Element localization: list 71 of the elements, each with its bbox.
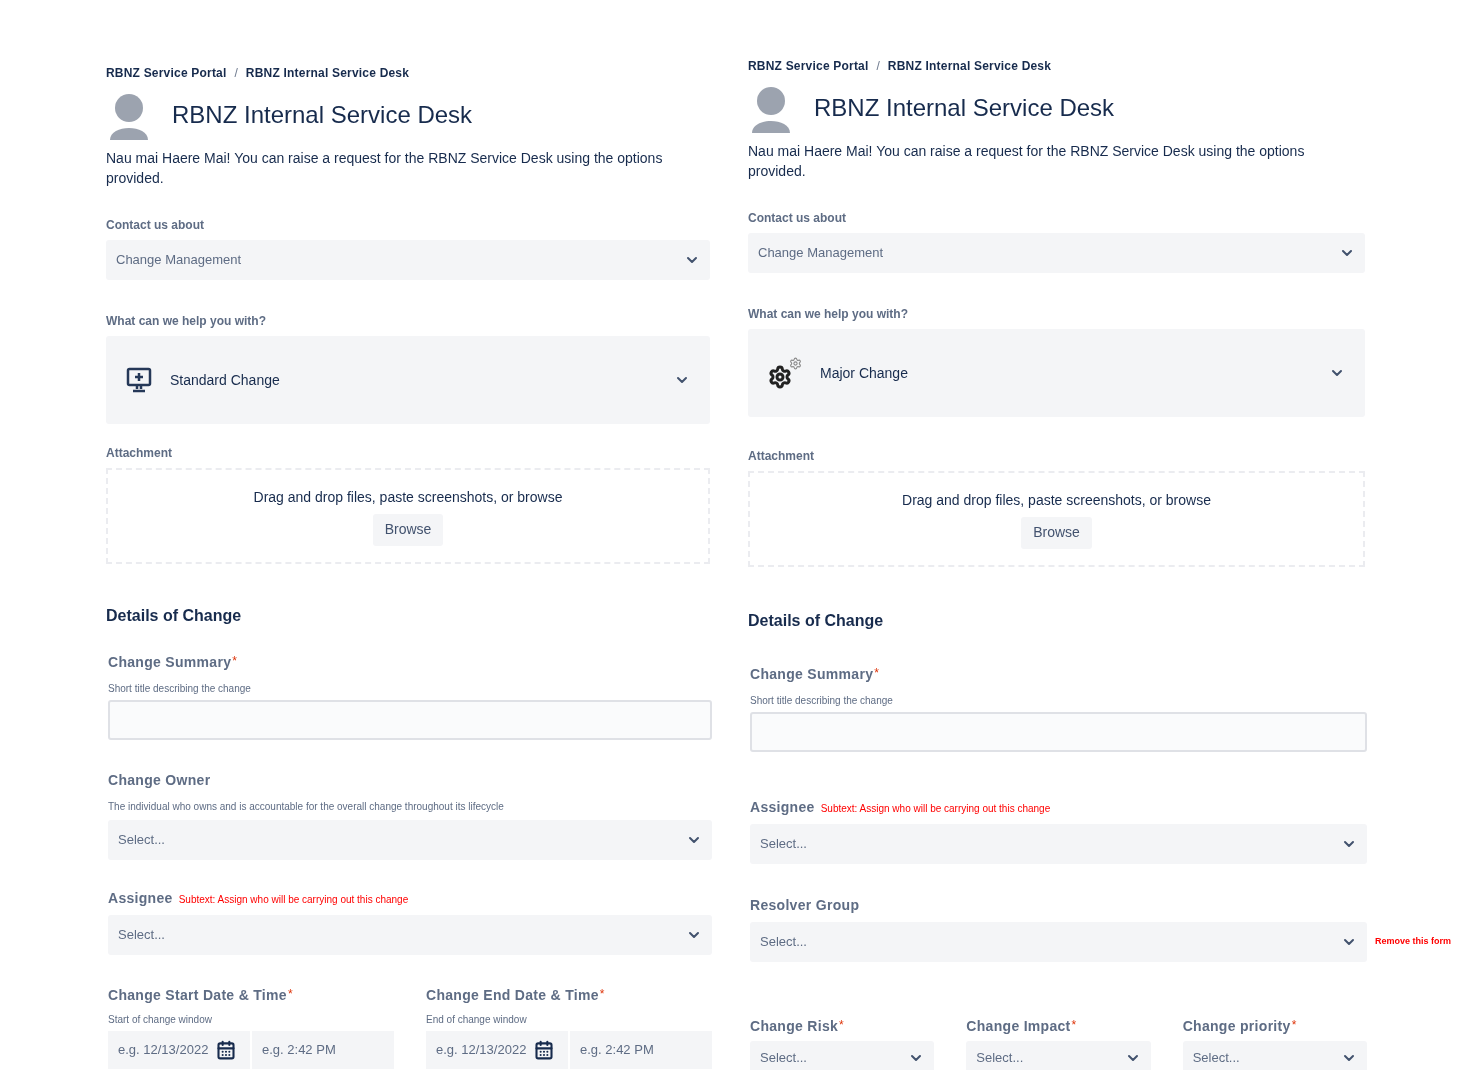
select-dropdown[interactable]: Select... [750, 824, 1367, 864]
select-dropdown[interactable]: Change Management [748, 233, 1365, 273]
field-label: Change End Date & Time [426, 986, 599, 1005]
breadcrumb-link[interactable]: RBNZ Internal Service Desk [887, 57, 1052, 75]
required-asterisk: * [1071, 1017, 1077, 1034]
required-asterisk: * [874, 665, 879, 682]
field-label: Contact us about [106, 217, 204, 234]
summary-input-field[interactable] [108, 700, 712, 740]
field-hint: Short title describing the change [750, 694, 894, 708]
select-dropdown[interactable]: Select... [108, 820, 712, 860]
gears-icon [768, 357, 802, 389]
breadcrumb-link[interactable]: RBNZ Service Portal [748, 57, 869, 75]
select-dropdown[interactable]: Select... [1182, 1041, 1367, 1070]
select-dropdown[interactable]: Change Management [106, 240, 710, 280]
required-asterisk: * [232, 653, 237, 670]
time-input-field[interactable]: e.g. 2:42 PM [252, 1031, 394, 1069]
field-hint: Short title describing the change [108, 682, 252, 696]
browse-button[interactable]: Browse [372, 513, 444, 546]
field-hint: End of change window [426, 1013, 528, 1027]
request-type-dropdown[interactable]: Major Change [748, 329, 1365, 417]
intro-text: Nau mai Haere Mai! You can raise a request for the RBNZ Service Desk using the options provided. [748, 142, 1306, 181]
field-label: Change Risk [750, 1017, 839, 1036]
required-asterisk: * [599, 986, 605, 1003]
select-dropdown[interactable]: Select... [750, 1041, 935, 1070]
date-input-field[interactable]: e.g. 12/13/2022 [108, 1031, 250, 1069]
date-input-field[interactable]: e.g. 12/13/2022 [426, 1031, 568, 1069]
breadcrumb-link[interactable]: RBNZ Internal Service Desk [245, 64, 410, 82]
field-label: Change Summary [750, 665, 874, 684]
field-label: Change priority [1182, 1017, 1291, 1036]
field-label: Assignee [108, 889, 173, 908]
breadcrumb-separator: / [234, 65, 238, 82]
field-label: Change Start Date & Time [108, 986, 287, 1005]
time-input-field[interactable]: e.g. 2:42 PM [570, 1031, 712, 1069]
field-hint: Start of change window [108, 1013, 213, 1027]
field-subtext: Subtext: Assign who will be carrying out this change [820, 802, 1051, 816]
section-heading: Details of Change [106, 606, 243, 626]
page-title: RBNZ Internal Service Desk [172, 100, 473, 130]
breadcrumb-link[interactable]: RBNZ Service Portal [106, 64, 227, 82]
dropzone[interactable]: Drag and drop files, paste screenshots, or browse Browse [106, 468, 710, 564]
select-dropdown[interactable]: Select... [750, 922, 1367, 962]
intro-text: Nau mai Haere Mai! You can raise a request for the RBNZ Service Desk using the options provided. [106, 149, 664, 188]
monitor-plus-icon [126, 367, 152, 393]
field-label: Change Impact [966, 1017, 1071, 1036]
field-label: Contact us about [748, 210, 846, 227]
side-note: Remove this form [1375, 935, 1452, 949]
breadcrumb-separator: / [876, 58, 880, 75]
required-asterisk: * [839, 1017, 844, 1034]
calendar-icon [534, 1040, 555, 1060]
calendar-icon [216, 1040, 237, 1060]
dropzone[interactable]: Drag and drop files, paste screenshots, or browse Browse [748, 471, 1365, 567]
field-hint: The individual who owns and is accountable for the overall change throughout its lifecycle [108, 800, 505, 814]
required-asterisk: * [1291, 1017, 1297, 1034]
field-label: What can we help you with? [106, 313, 266, 330]
field-label: Resolver Group [750, 896, 860, 915]
select-dropdown[interactable]: Select... [966, 1041, 1151, 1070]
field-label: Attachment [748, 448, 814, 465]
dropzone-prompt: Drag and drop files, paste screenshots, or browse [902, 490, 1211, 510]
field-label: Assignee [750, 798, 815, 817]
select-dropdown[interactable]: Select... [108, 915, 712, 955]
field-label: What can we help you with? [748, 306, 908, 323]
required-asterisk: * [287, 986, 293, 1003]
field-label: Change Owner [108, 771, 211, 790]
dropzone-prompt: Drag and drop files, paste screenshots, or browse [253, 487, 563, 507]
page-title: RBNZ Internal Service Desk [814, 93, 1115, 123]
section-heading: Details of Change [748, 611, 885, 631]
field-label: Change Summary [108, 653, 232, 672]
field-subtext: Subtext: Assign who will be carrying out this change [178, 893, 409, 907]
browse-button[interactable]: Browse [1021, 516, 1092, 549]
field-label: Attachment [106, 445, 172, 462]
request-type-dropdown[interactable]: Standard Change [106, 336, 710, 424]
summary-input-field[interactable] [750, 712, 1367, 752]
